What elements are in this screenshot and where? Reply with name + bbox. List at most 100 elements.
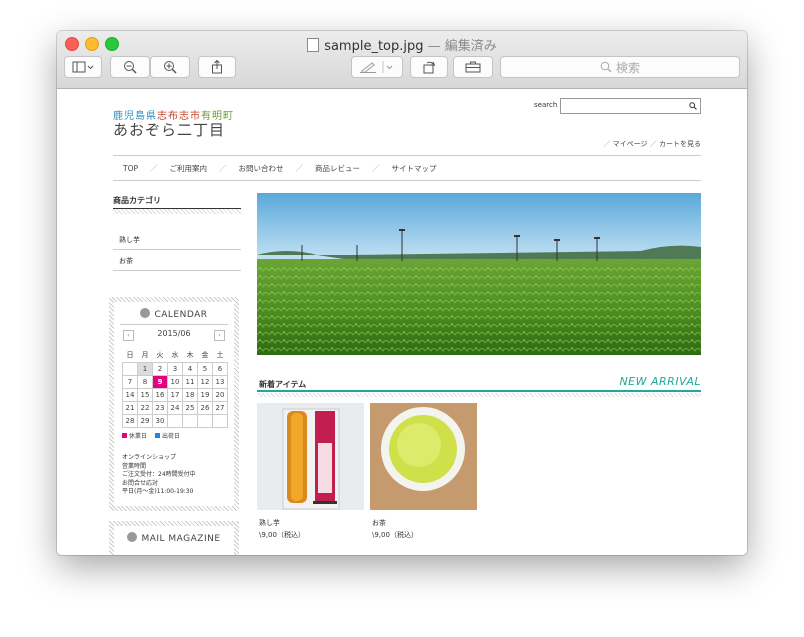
green-tea-cup	[370, 403, 477, 510]
cart-link[interactable]: カートを見る	[659, 140, 701, 148]
legend-holiday: 休業日	[129, 433, 148, 440]
calendar-day: 5	[197, 362, 213, 376]
calendar-day: 28	[122, 414, 138, 428]
mail-icon	[127, 532, 138, 542]
calendar-day: 18	[182, 388, 198, 402]
calendar-icon	[140, 308, 151, 318]
holiday-swatch	[122, 433, 127, 438]
next-month-button[interactable]: ›	[214, 330, 225, 341]
calendar-day: 23	[152, 401, 168, 415]
calendar-day	[167, 414, 183, 428]
site-search-input[interactable]	[560, 98, 686, 114]
nav-top[interactable]: TOP	[123, 164, 138, 173]
calendar-day: 7	[122, 375, 138, 389]
pen-icon	[360, 61, 393, 73]
sidebar-toggle-button[interactable]	[64, 56, 102, 78]
search-placeholder: 検索	[615, 60, 640, 75]
calendar-day: 29	[137, 414, 153, 428]
hero-banner[interactable]	[257, 193, 701, 355]
calendar-month: 2015/06	[157, 329, 191, 338]
weekday: 日	[126, 350, 134, 359]
calendar-day: 12	[197, 375, 213, 389]
calendar-day-today: 9	[152, 375, 168, 389]
nav-contact[interactable]: お問い合わせ	[239, 163, 284, 174]
search-icon	[688, 102, 697, 110]
calendar-day: 25	[182, 401, 198, 415]
mypage-link[interactable]: マイページ	[613, 140, 648, 148]
tea-field-image	[257, 193, 701, 355]
calendar-day: 30	[152, 414, 168, 428]
nav-reviews[interactable]: 商品レビュー	[315, 163, 360, 174]
calendar-day: 22	[137, 401, 153, 415]
weekday: 土	[216, 350, 224, 359]
product-image-imo[interactable]	[257, 403, 364, 510]
toolbox-button[interactable]	[453, 56, 493, 78]
weekday: 月	[141, 350, 149, 359]
nav-sitemap[interactable]: サイトマップ	[392, 163, 437, 174]
new-items-stripe	[257, 393, 701, 397]
zoom-out-icon	[124, 61, 137, 74]
utility-links: ／ マイページ ／ カートを見る	[603, 140, 701, 148]
calendar-day: 6	[212, 362, 228, 376]
calendar-day: 1	[137, 362, 153, 376]
zoom-in-button[interactable]	[150, 56, 190, 78]
calendar-day	[122, 362, 138, 376]
weekday: 火	[156, 350, 164, 359]
global-nav: TOP ／ ご利用案内 ／ お問い合わせ ／ 商品レビュー ／ サイトマップ	[113, 155, 701, 181]
ship-swatch	[154, 433, 160, 438]
calendar-widget: CALENDAR ‹ 2015/06 › 日 月 火 水 木 金 土 1 2 3…	[109, 297, 239, 511]
window-title: sample_top.jpg — 編集済み	[57, 35, 747, 54]
product-name-imo[interactable]: 熟し芋	[259, 518, 280, 528]
markup-button[interactable]	[351, 56, 403, 78]
zoom-out-button[interactable]	[110, 56, 150, 78]
share-icon	[212, 60, 222, 74]
site-search-label: search	[534, 101, 558, 109]
category-item-imo[interactable]: 熟し芋	[113, 230, 241, 250]
mail-title: MAIL MAGAZINE	[141, 534, 221, 544]
file-icon	[307, 38, 320, 52]
search-icon	[600, 61, 612, 73]
site-search-button[interactable]	[685, 98, 701, 114]
category-item-tea[interactable]: お茶	[113, 251, 241, 271]
rotate-button[interactable]	[410, 56, 448, 78]
product-name-tea[interactable]: お茶	[372, 518, 386, 528]
nav-guide[interactable]: ご利用案内	[170, 163, 208, 174]
calendar-grid: 日 月 火 水 木 金 土 1 2 3 4 5 6 7 8 9 10 11 12…	[122, 347, 228, 428]
calendar-day	[212, 414, 228, 428]
zoom-in-icon	[164, 61, 177, 74]
product-image-tea[interactable]	[370, 403, 477, 510]
calendar-day: 17	[167, 388, 183, 402]
category-title: 商品カテゴリ	[113, 195, 241, 210]
shop-info-line: 営業時間	[122, 462, 147, 470]
product-price-tea: \9,00（税込）	[372, 531, 418, 539]
prev-month-button[interactable]: ‹	[123, 330, 134, 341]
rotate-icon	[423, 61, 436, 74]
site-logo[interactable]: あおぞら二丁目	[113, 119, 225, 140]
weekday: 水	[171, 350, 179, 359]
toolbox-icon	[465, 61, 481, 73]
calendar-day: 13	[212, 375, 228, 389]
title-separator: —	[427, 39, 441, 54]
calendar-day: 2	[152, 362, 168, 376]
sweet-potato-package	[282, 408, 340, 510]
title-bar: sample_top.jpg — 編集済み 検索	[57, 31, 747, 89]
shop-info-line: お問合せ応対	[122, 479, 159, 487]
calendar-day: 8	[137, 375, 153, 389]
share-button[interactable]	[198, 56, 236, 78]
preview-window: sample_top.jpg — 編集済み 検索 鹿児島県志布志市有明町 あおぞ…	[57, 31, 747, 555]
weekday: 木	[186, 350, 194, 359]
shop-info: オンラインショップ 営業時間 ご注文受付：24時間受付中 お問合せ応対 平日(月…	[122, 454, 234, 497]
calendar-title: CALENDAR	[154, 310, 208, 320]
mail-magazine-widget: MAIL MAGAZINE	[109, 521, 239, 555]
calendar-day: 15	[137, 388, 153, 402]
weekday: 金	[201, 350, 209, 359]
calendar-day	[182, 414, 198, 428]
calendar-day: 21	[122, 401, 138, 415]
calendar-day: 24	[167, 401, 183, 415]
calendar-day: 16	[152, 388, 168, 402]
calendar-day	[197, 414, 213, 428]
toolbar-search-field[interactable]: 検索	[500, 56, 740, 78]
calendar-day: 27	[212, 401, 228, 415]
calendar-day: 10	[167, 375, 183, 389]
window-filename: sample_top.jpg	[324, 39, 424, 54]
